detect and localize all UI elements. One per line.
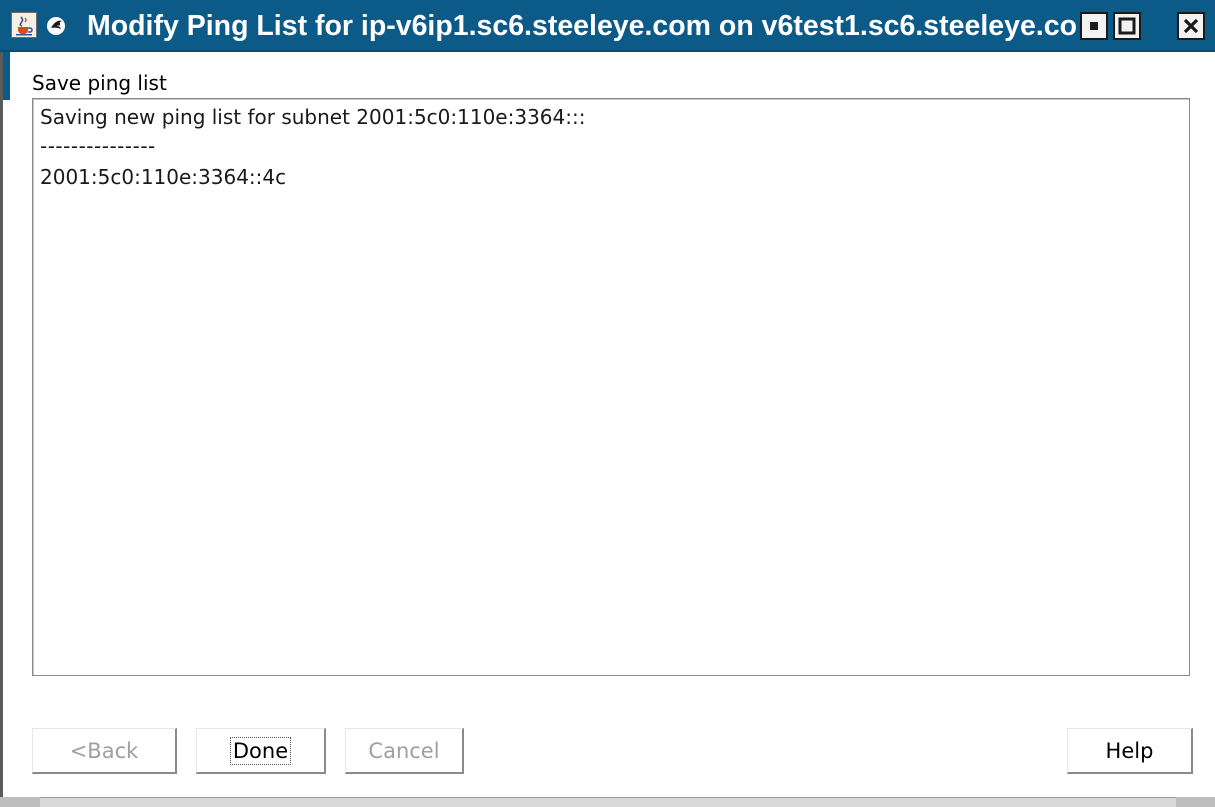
- steeleye-icon: [43, 13, 69, 39]
- window-title: Modify Ping List for ip-v6ip1.sc6.steele…: [87, 10, 1077, 42]
- minimize-icon: [1082, 14, 1106, 38]
- java-cup-icon[interactable]: [11, 12, 37, 38]
- done-button[interactable]: Done: [196, 728, 326, 774]
- window-bottom-left-corner: [0, 797, 40, 807]
- back-button[interactable]: <Back: [32, 728, 177, 774]
- window-bottom-edge: [0, 797, 1215, 807]
- close-icon: [1179, 14, 1203, 38]
- window-bottom-right-corner: [1176, 797, 1215, 807]
- maximize-icon: [1115, 14, 1139, 38]
- done-button-label: Done: [229, 737, 292, 765]
- cancel-button[interactable]: Cancel: [345, 728, 464, 774]
- log-line: Saving new ping list for subnet 2001:5c0…: [40, 105, 586, 129]
- window-frame-left-border: [0, 52, 3, 807]
- title-bar[interactable]: Modify Ping List for ip-v6ip1.sc6.steele…: [0, 0, 1215, 52]
- log-line: ---------------: [40, 134, 156, 158]
- maximize-button[interactable]: [1113, 12, 1141, 40]
- log-line: 2001:5c0:110e:3364::4c: [40, 165, 287, 189]
- close-button[interactable]: [1177, 12, 1205, 40]
- ping-list-log-area[interactable]: Saving new ping list for subnet 2001:5c0…: [32, 98, 1190, 676]
- minimize-button[interactable]: [1080, 12, 1108, 40]
- modify-ping-list-dialog: Modify Ping List for ip-v6ip1.sc6.steele…: [0, 0, 1215, 807]
- help-button[interactable]: Help: [1067, 728, 1193, 774]
- section-label: Save ping list: [32, 71, 167, 95]
